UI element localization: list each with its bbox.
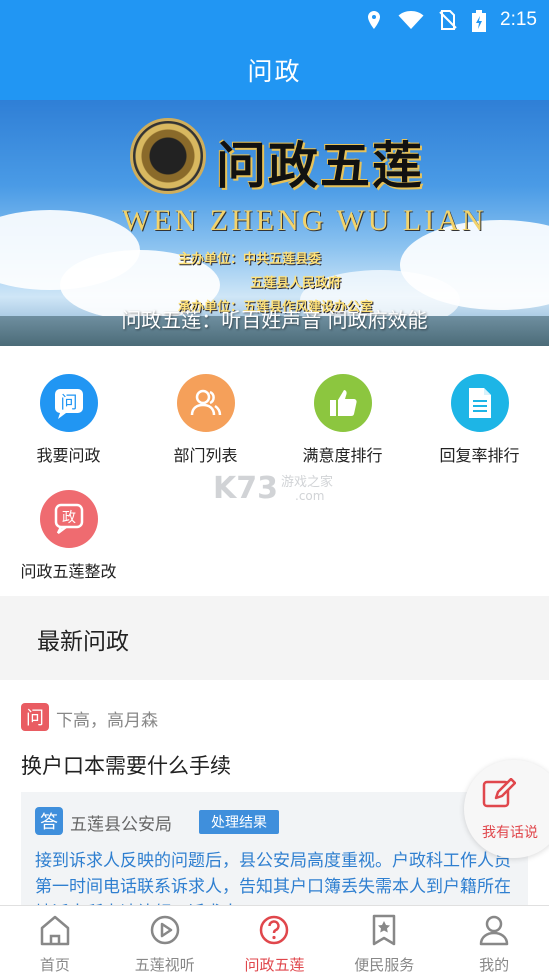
- banner-caption: 问政五莲：听百姓声音 问政府效能: [121, 308, 428, 332]
- question-chat-icon: 问: [39, 374, 98, 432]
- nav-label: 我的: [479, 956, 510, 974]
- svg-text:游戏之家: 游戏之家: [281, 474, 333, 490]
- nav-mine[interactable]: 我的: [439, 906, 549, 977]
- edit-icon: [482, 777, 517, 814]
- question-author: 下高，高月森: [56, 711, 158, 731]
- status-bar: 2:15: [0, 0, 549, 40]
- svg-text:政: 政: [62, 510, 76, 526]
- app-bar: 问政: [0, 40, 549, 100]
- video-icon: [148, 914, 182, 950]
- location-icon: [364, 10, 384, 30]
- action-departments[interactable]: 部门列表: [137, 374, 274, 466]
- screen: 2:15 问政 问政五莲 WEN ZHENG WU LIAN 主办单位：中共五莲…: [0, 0, 549, 977]
- section-title: 最新问政: [37, 629, 129, 655]
- watermark-logo: K73 游戏之家 .com: [213, 468, 343, 508]
- action-label: 回复率排行: [439, 446, 520, 465]
- nav-home[interactable]: 首页: [0, 906, 110, 977]
- reply-body: 接到诉求人反映的问题后，县公安局高度重视。户政科工作人员第一时间电话联系诉求人，…: [35, 851, 511, 912]
- action-satisfaction-rank[interactable]: 满意度排行: [274, 374, 411, 466]
- page-title: 问政: [247, 57, 302, 86]
- svg-text:.com: .com: [295, 489, 324, 503]
- svg-text:问: 问: [60, 393, 77, 413]
- speak-up-label: 我有话说: [482, 825, 538, 841]
- nav-video[interactable]: 五莲视听: [110, 906, 220, 977]
- nav-services[interactable]: 便民服务: [329, 906, 439, 977]
- rectify-chat-icon: 政: [39, 490, 98, 548]
- wifi-icon: [398, 10, 424, 30]
- star-bookmark-icon: [367, 914, 401, 950]
- action-label: 问政五莲整改: [20, 562, 117, 581]
- action-label: 我要问政: [36, 446, 101, 465]
- reply-box: 答 五莲县公安局 处理结果 接到诉求人反映的问题后，县公安局高度重视。户政科工作…: [21, 792, 528, 912]
- action-label: 满意度排行: [302, 446, 383, 465]
- nav-label: 便民服务: [354, 956, 415, 974]
- home-icon: [38, 914, 72, 950]
- action-rectify[interactable]: 政 问政五莲整改: [0, 490, 137, 582]
- question-icon: [257, 914, 291, 950]
- reply-tag: 答: [35, 807, 63, 835]
- banner-logo-title: 问政五莲: [216, 136, 424, 195]
- banner-host-2: 五莲县人民政府: [250, 276, 342, 291]
- people-icon: [176, 374, 235, 432]
- action-label: 部门列表: [173, 446, 238, 465]
- thumbs-up-icon: [313, 374, 372, 432]
- user-icon: [477, 914, 511, 950]
- nav-label: 五莲视听: [134, 956, 195, 974]
- document-icon: [450, 374, 509, 432]
- banner-pinyin: WEN ZHENG WU LIAN: [122, 204, 487, 237]
- question-tag: 问: [21, 703, 49, 731]
- nav-label: 首页: [39, 956, 70, 974]
- no-sim-icon: [438, 10, 458, 30]
- battery-charging-icon: [472, 10, 487, 32]
- nav-label: 问政五莲: [244, 956, 305, 974]
- nav-wenzheng[interactable]: 问政五莲: [220, 906, 330, 977]
- latest-section-header: 最新问政: [0, 596, 549, 680]
- question-title: 换户口本需要什么手续: [21, 754, 231, 778]
- reply-department: 五莲县公安局: [70, 815, 172, 835]
- action-ask[interactable]: 问 我要问政: [0, 374, 137, 466]
- status-time: 2:15: [500, 9, 537, 30]
- result-badge: 处理结果: [199, 810, 279, 834]
- bottom-nav: 首页 五莲视听 问政五莲 便民服务 我的: [0, 905, 549, 977]
- banner-host-1: 主办单位：中共五莲县委: [178, 252, 322, 267]
- action-reply-rank[interactable]: 回复率排行: [411, 374, 548, 466]
- banner-logo-emblem: [130, 118, 206, 194]
- svg-text:K73: K73: [213, 471, 278, 506]
